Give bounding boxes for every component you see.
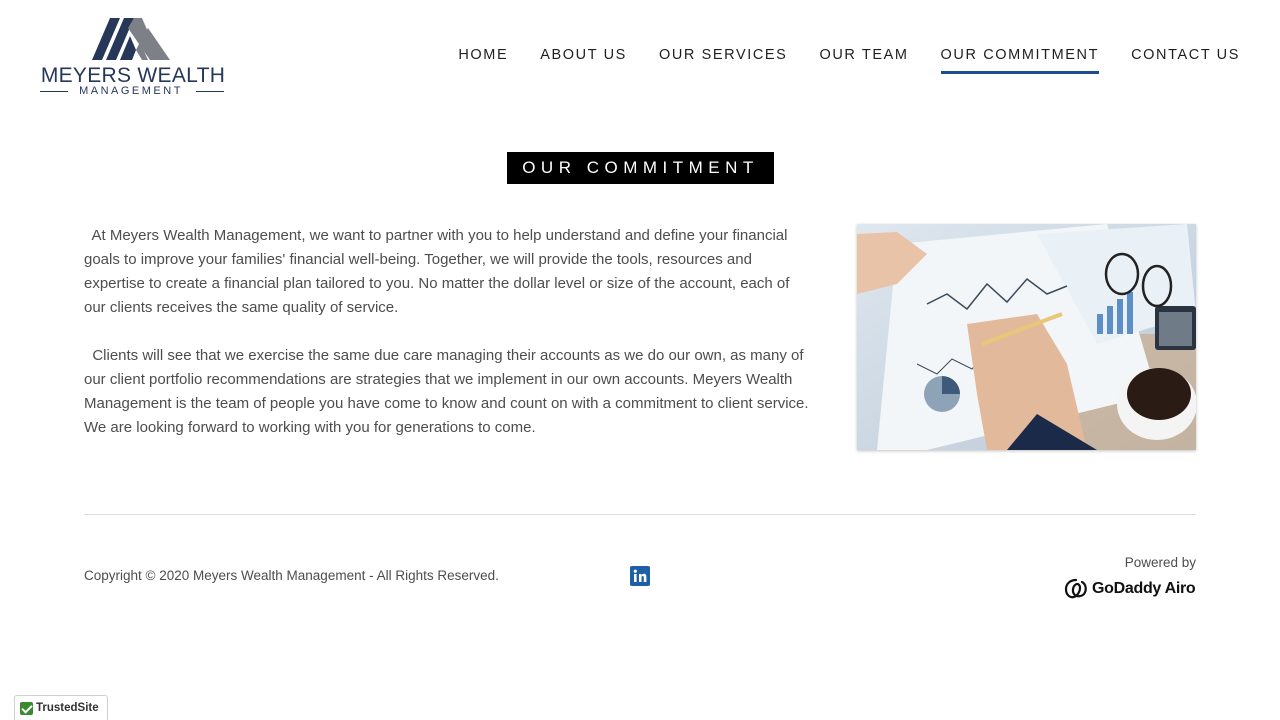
nav-home[interactable]: HOME [458,46,508,68]
main-nav: HOME ABOUT US OUR SERVICES OUR TEAM OUR … [426,46,1240,74]
nav-our-services[interactable]: OUR SERVICES [659,46,788,68]
nav-contact-us[interactable]: CONTACT US [1131,46,1240,68]
godaddy-airo-text: GoDaddy Airo [1092,580,1196,597]
nav-our-team[interactable]: OUR TEAM [819,46,908,68]
nav-about-us[interactable]: ABOUT US [540,46,627,68]
paragraph: Clients will see that we exercise the sa… [84,347,809,436]
trustedsite-badge[interactable]: TrustedSite [14,695,108,720]
footer-divider [84,514,1196,515]
site-header: MEYERS WEALTH MANAGEMENT HOME ABOUT US O… [0,0,1280,110]
section-title: OUR COMMITMENT [507,152,774,184]
mountain-logo-icon [92,18,170,60]
paragraph: At Meyers Wealth Management, we want to … [84,227,790,316]
powered-by-label: Powered by [1124,555,1196,570]
trustedsite-label: TrustedSite [36,702,99,714]
financial-documents-photo [857,224,1196,450]
nav-our-commitment[interactable]: OUR COMMITMENT [940,46,1100,74]
linkedin-icon[interactable] [630,566,650,586]
godaddy-logo-icon [1064,578,1087,599]
logo-subtitle: MANAGEMENT [38,85,228,99]
commitment-text: At Meyers Wealth Management, we want to … [84,224,814,464]
site-logo[interactable]: MEYERS WEALTH MANAGEMENT [38,14,228,100]
godaddy-airo-link[interactable]: GoDaddy Airo [1064,576,1198,602]
copyright-text: Copyright © 2020 Meyers Wealth Managemen… [84,568,499,583]
check-icon [20,701,33,715]
